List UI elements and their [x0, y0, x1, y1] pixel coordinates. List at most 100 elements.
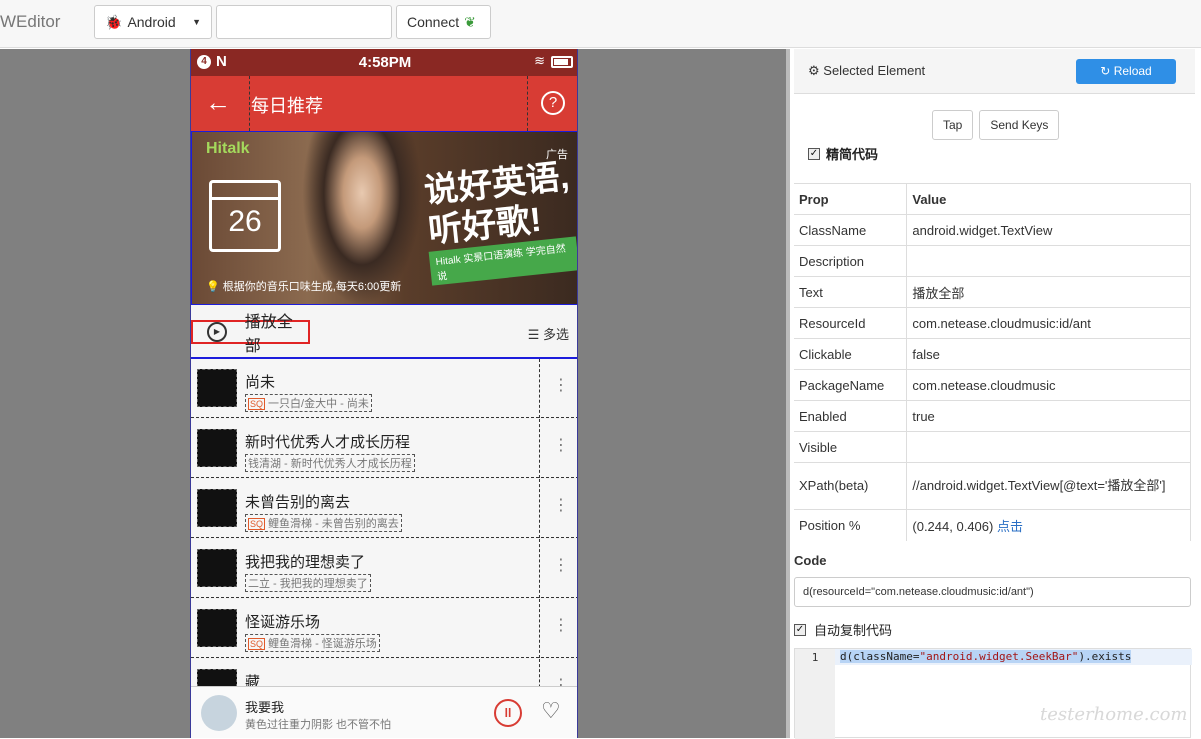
property-name: ClassName — [794, 214, 908, 246]
property-row: Visible — [794, 431, 1191, 463]
property-row: Text 播放全部 — [794, 276, 1191, 308]
play-icon: ▶ — [207, 322, 227, 342]
song-artist-album: 鲤鱼滑梯 - 未曾告别的离去 — [268, 518, 399, 530]
pause-icon[interactable]: ll — [494, 699, 522, 727]
connect-button[interactable]: Connect ❦ — [396, 5, 491, 39]
settings-icon: ⚙ — [808, 63, 820, 78]
song-title: 尚未 — [245, 374, 276, 391]
refresh-icon: ↻ — [1100, 64, 1111, 78]
code-line[interactable]: d(className="android.widget.SeekBar").ex… — [835, 649, 1192, 665]
banner-caption: 💡 根据你的音乐口味生成,每天6:00更新 — [206, 278, 401, 294]
value-column-header: Value — [906, 183, 1191, 215]
property-name: Visible — [794, 431, 908, 463]
song-row[interactable]: 尚未 SQ 一只白/金大中 - 尚未 ⋮ — [191, 359, 577, 418]
property-value: //android.widget.TextView[@text='播放全部'] — [906, 462, 1191, 510]
bounds-outline — [539, 539, 540, 598]
song-meta: SQ 鲤鱼滑梯 - 怪诞游乐场 — [245, 634, 380, 652]
sq-badge: SQ — [248, 638, 266, 650]
song-row[interactable]: 怪诞游乐场 SQ 鲤鱼滑梯 - 怪诞游乐场 ⋮ — [191, 599, 577, 658]
property-name: XPath(beta) — [794, 462, 908, 510]
banner-caption-text: 根据你的音乐口味生成,每天6:00更新 — [222, 281, 402, 293]
auto-copy-checkbox[interactable]: ✓ 自动复制代码 — [794, 620, 892, 639]
checkbox-checked-icon[interactable]: ✓ — [808, 147, 820, 160]
property-value: (0.244, 0.406) 点击 — [906, 509, 1191, 541]
reload-button[interactable]: ↻ Reload — [1076, 59, 1176, 84]
click-position-link[interactable]: 点击 — [997, 519, 1023, 534]
device-serial-input[interactable] — [216, 5, 392, 39]
property-row: Description — [794, 245, 1191, 277]
properties-table: Prop Value ClassName android.widget.TextV… — [794, 183, 1191, 541]
inspector-panel: ⚙ Selected Element ↻ Reload Tap Send Key… — [786, 49, 1201, 739]
leaf-icon: ❦ — [464, 13, 476, 30]
watermark: testerhome.com — [1040, 704, 1188, 725]
sq-badge: SQ — [248, 518, 266, 530]
panel-header: ⚙ Selected Element ↻ Reload — [794, 49, 1195, 94]
album-cover — [197, 369, 237, 407]
property-value — [906, 245, 1191, 277]
code-field[interactable]: d(resourceId="com.netease.cloudmusic:id/… — [794, 577, 1191, 607]
app-title: WEditor — [0, 12, 61, 31]
property-row: Position % (0.244, 0.406) 点击 — [794, 509, 1191, 541]
song-artist-album: 鲤鱼滑梯 - 怪诞游乐场 — [268, 638, 377, 650]
battery-icon — [551, 56, 573, 68]
calendar-day: 26 — [228, 205, 262, 238]
help-icon[interactable]: ? — [541, 91, 565, 115]
multi-select-button[interactable]: ☰ 多选 — [528, 324, 569, 343]
element-actions: Tap Send Keys — [932, 110, 1060, 140]
platform-select[interactable]: 🐞 Android ▼ — [94, 5, 212, 39]
lightbulb-icon: 💡 — [206, 281, 220, 293]
code-token: d(className= — [840, 650, 920, 663]
send-keys-button[interactable]: Send Keys — [979, 110, 1060, 140]
property-row: PackageName com.netease.cloudmusic — [794, 369, 1191, 401]
multi-select-label: 多选 — [542, 327, 569, 342]
simplify-code-label: 精简代码 — [826, 147, 879, 162]
auto-copy-label: 自动复制代码 — [814, 623, 893, 638]
bounds-outline — [539, 419, 540, 478]
play-all-button[interactable]: ▶ 播放全部 — [191, 314, 310, 355]
page-title: 每日推荐 — [251, 96, 323, 116]
tap-button[interactable]: Tap — [932, 110, 974, 140]
song-row[interactable]: 我把我的理想卖了 二立 - 我把我的理想卖了 ⋮ — [191, 539, 577, 598]
more-vertical-icon[interactable]: ⋮ — [553, 495, 569, 515]
back-arrow-icon[interactable]: ← — [205, 88, 231, 116]
player-subtitle: 黄色过往重力阴影 也不管不怕 — [245, 719, 392, 731]
song-artist-album: 二立 - 我把我的理想卖了 — [248, 578, 368, 590]
code-label: Code — [794, 553, 827, 568]
property-name: Description — [794, 245, 908, 277]
bounds-outline — [539, 479, 540, 538]
more-vertical-icon[interactable]: ⋮ — [553, 615, 569, 635]
device-screen[interactable]: 4 N 4:58PM ≋ ← 每日推荐 ? Hitalk 广告 26 说好英语,… — [190, 49, 578, 738]
song-meta: 钱清湖 - 新时代优秀人才成长历程 — [245, 454, 415, 472]
simplify-code-checkbox[interactable]: ✓ 精简代码 — [808, 144, 878, 163]
calendar-icon: 26 — [209, 180, 281, 252]
player-cover — [201, 695, 237, 731]
checkbox-checked-icon[interactable]: ✓ — [794, 623, 806, 636]
bounds-outline — [539, 359, 540, 418]
wifi-icon: ≋ — [534, 53, 545, 68]
more-vertical-icon[interactable]: ⋮ — [553, 375, 569, 395]
app-bar: ← 每日推荐 ? — [191, 76, 577, 131]
banner-slogan: 说好英语, 听好歌! — [422, 157, 575, 252]
property-row: Enabled true — [794, 400, 1191, 432]
ad-banner[interactable]: Hitalk 广告 26 说好英语, 听好歌! Hitalk 实景口语演练 学完… — [191, 131, 577, 305]
list-icon: ☰ — [527, 327, 540, 342]
more-vertical-icon[interactable]: ⋮ — [553, 555, 569, 575]
position-value: (0.244, 0.406) — [912, 518, 994, 534]
property-row: Clickable false — [794, 338, 1191, 370]
song-title: 怪诞游乐场 — [245, 614, 321, 631]
reload-label: Reload — [1113, 64, 1152, 78]
platform-label: Android — [127, 14, 176, 30]
sq-badge: SQ — [248, 398, 266, 410]
property-value: false — [906, 338, 1191, 370]
property-value: true — [906, 400, 1191, 432]
song-meta: SQ 鲤鱼滑梯 - 未曾告别的离去 — [245, 514, 402, 532]
heart-icon[interactable]: ♡ — [541, 698, 561, 724]
song-title: 未曾告别的离去 — [245, 494, 351, 511]
android-icon: 🐞 — [105, 13, 123, 30]
song-row[interactable]: 未曾告别的离去 SQ 鲤鱼滑梯 - 未曾告别的离去 ⋮ — [191, 479, 577, 538]
mini-player[interactable]: 我要我 黄色过往重力阴影 也不管不怕 ll ♡ — [191, 686, 577, 738]
more-vertical-icon[interactable]: ⋮ — [553, 435, 569, 455]
song-row[interactable]: 新时代优秀人才成长历程 钱清湖 - 新时代优秀人才成长历程 ⋮ — [191, 419, 577, 478]
song-artist-album: 一只白/金大中 - 尚未 — [268, 398, 369, 410]
chevron-down-icon: ▼ — [192, 17, 201, 27]
